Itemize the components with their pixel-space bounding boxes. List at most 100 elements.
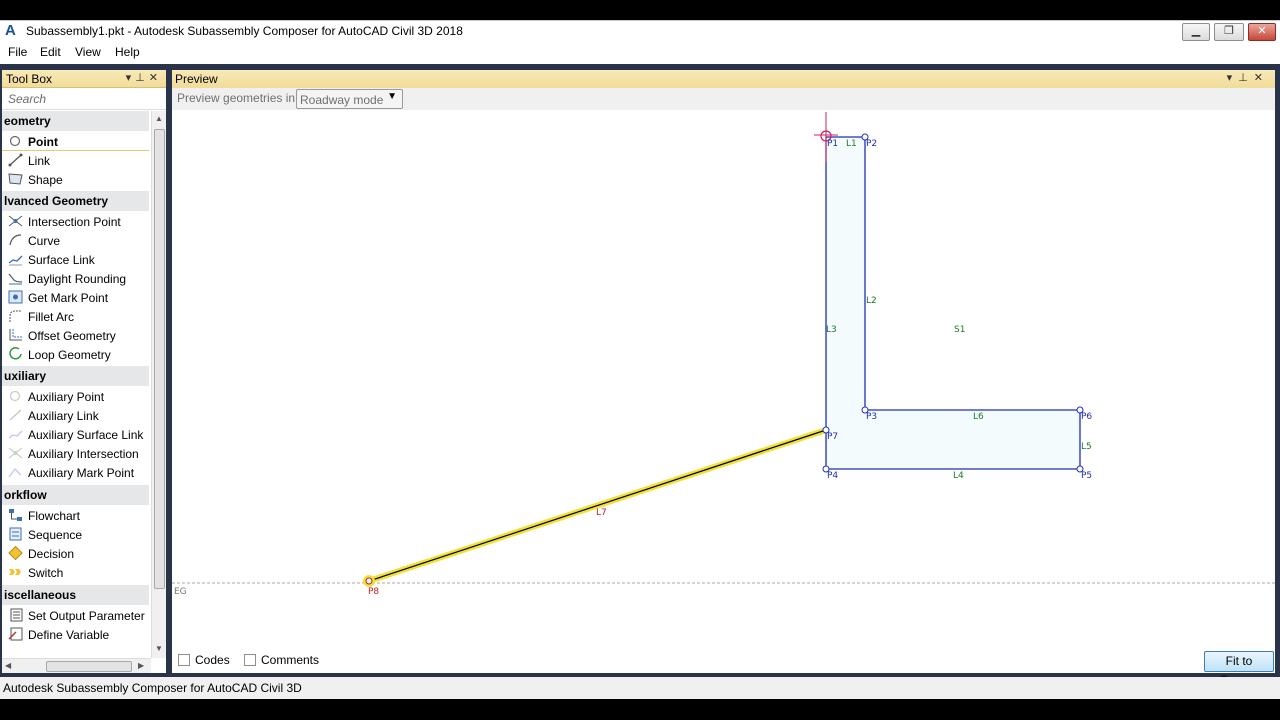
panel-close-icon[interactable]: ✕ — [149, 72, 162, 84]
daylight-rounding-icon — [8, 273, 23, 285]
tool-point[interactable]: Point — [2, 132, 149, 151]
status-bar: Autodesk Subassembly Composer for AutoCA… — [0, 677, 1280, 699]
group-geometry[interactable]: eometry — [2, 111, 149, 131]
preview-panel: Preview ▾⊥✕ Preview geometries in Roadwa… — [172, 70, 1275, 687]
close-button[interactable]: ✕ — [1248, 23, 1276, 41]
tool-label: Curve — [28, 234, 61, 248]
surface-link-icon — [8, 255, 23, 266]
chevron-down-icon: ▼ — [387, 91, 397, 102]
group-auxiliary[interactable]: uxiliary — [2, 366, 149, 386]
checkbox-box[interactable] — [178, 654, 190, 666]
group-miscellaneous[interactable]: iscellaneous — [2, 585, 149, 605]
tool-auxiliary-point[interactable]: Auxiliary Point — [2, 387, 149, 406]
pin-icon[interactable]: ⊥ — [1238, 72, 1254, 84]
tool-label: Switch — [28, 566, 64, 580]
label-l2: L2 — [866, 296, 877, 306]
define-variable-icon — [8, 627, 23, 641]
tool-label: Offset Geometry — [28, 329, 116, 343]
preview-toolbar: Preview geometries in Roadway mode ▼ — [172, 88, 1275, 110]
tool-auxiliary-link[interactable]: Auxiliary Link — [2, 406, 149, 425]
toolbox-panel: Tool Box ▾⊥✕ Search eometry Point Link S… — [2, 70, 166, 673]
toolbox-vertical-scrollbar[interactable]: ▲ ▼ — [151, 111, 166, 658]
pin-icon[interactable]: ⊥ — [135, 72, 149, 84]
shape-s1[interactable] — [825, 136, 1081, 470]
switch-icon — [9, 569, 21, 575]
tool-label: Define Variable — [28, 628, 110, 642]
tool-surface-link[interactable]: Surface Link — [2, 250, 149, 269]
tool-auxiliary-surface-link[interactable]: Auxiliary Surface Link — [2, 425, 149, 444]
preview-mode-label: Preview geometries in — [177, 91, 296, 105]
menu-edit[interactable]: Edit — [40, 45, 61, 59]
menu-bar: File Edit View Help — [0, 42, 1280, 64]
minimize-button[interactable]: ▁ — [1182, 23, 1210, 41]
tool-define-variable[interactable]: Define Variable — [2, 625, 149, 644]
tool-label: Auxiliary Surface Link — [28, 428, 144, 442]
scroll-up-icon[interactable]: ▲ — [155, 114, 163, 123]
maximize-button[interactable]: ❐ — [1214, 23, 1244, 41]
surface-label: EG — [174, 587, 187, 597]
tool-auxiliary-intersection[interactable]: Auxiliary Intersection — [2, 444, 149, 463]
tool-get-mark-point[interactable]: Get Mark Point — [2, 288, 149, 307]
flowchart-icon — [9, 509, 22, 521]
panel-dropdown-icon[interactable]: ▾ — [1227, 72, 1239, 84]
tool-flowchart[interactable]: Flowchart — [2, 506, 149, 525]
label-l4: L4 — [953, 471, 964, 481]
tool-curve[interactable]: Curve — [2, 231, 149, 250]
menu-file[interactable]: File — [8, 45, 27, 59]
tool-label: Link — [28, 154, 51, 168]
offset-geometry-icon — [9, 329, 22, 341]
tool-auxiliary-mark-point[interactable]: Auxiliary Mark Point — [2, 463, 149, 482]
auxiliary-intersection-icon — [8, 447, 23, 459]
preview-canvas[interactable]: EG P1 P2 P3 P4 P5 P6 P7 P8 L1 L2 L3 L4 L… — [172, 110, 1275, 650]
panel-close-icon[interactable]: ✕ — [1254, 72, 1269, 84]
scroll-thumb[interactable] — [154, 129, 165, 589]
tool-label: Get Mark Point — [28, 291, 109, 305]
preview-title: Preview — [175, 72, 218, 86]
title-bar: A Subassembly1.pkt - Autodesk Subassembl… — [0, 20, 1280, 42]
label-p7: P7 — [827, 432, 838, 442]
tool-intersection-point[interactable]: Intersection Point — [2, 212, 149, 231]
link-l7[interactable] — [368, 429, 827, 582]
tool-shape[interactable]: Shape — [2, 170, 149, 189]
tool-link[interactable]: Link — [2, 151, 149, 170]
panel-dropdown-icon[interactable]: ▾ — [126, 72, 136, 84]
get-mark-point-icon — [8, 290, 23, 304]
point-p8[interactable] — [365, 577, 373, 585]
tool-switch[interactable]: Switch — [2, 563, 149, 582]
curve-icon — [9, 234, 22, 246]
fit-to-screen-button[interactable]: Fit to Screen — [1204, 651, 1274, 687]
scroll-down-icon[interactable]: ▼ — [155, 644, 163, 653]
tool-decision[interactable]: Decision — [2, 544, 149, 563]
menu-help[interactable]: Help — [115, 45, 140, 59]
group-workflow[interactable]: orkflow — [2, 485, 149, 505]
preview-mode-select[interactable]: Roadway mode ▼ — [296, 89, 403, 109]
scroll-thumb[interactable] — [46, 661, 132, 672]
toolbox-list: eometry Point Link Shape lvanced Geometr… — [2, 111, 149, 658]
set-output-parameter-icon — [10, 608, 23, 622]
auxiliary-point-icon — [9, 390, 21, 402]
tool-label: Set Output Parameter — [28, 609, 145, 623]
tool-label: Sequence — [28, 528, 83, 542]
auxiliary-link-icon — [9, 409, 22, 421]
group-advanced-geometry[interactable]: lvanced Geometry — [2, 191, 149, 211]
label-p5: P5 — [1081, 471, 1092, 481]
fillet-arc-icon — [9, 310, 22, 322]
tool-daylight-rounding[interactable]: Daylight Rounding — [2, 269, 149, 288]
tool-fillet-arc[interactable]: Fillet Arc — [2, 307, 149, 326]
toolbox-horizontal-scrollbar[interactable]: ◀ ▶ — [2, 658, 151, 673]
scroll-right-icon[interactable]: ▶ — [138, 661, 144, 670]
checkbox-box[interactable] — [244, 654, 256, 666]
workspace-frame: Tool Box ▾⊥✕ Search eometry Point Link S… — [0, 64, 1280, 687]
tool-sequence[interactable]: Sequence — [2, 525, 149, 544]
search-placeholder: Search — [8, 92, 47, 106]
label-p2: P2 — [866, 139, 877, 149]
tool-offset-geometry[interactable]: Offset Geometry — [2, 326, 149, 345]
tool-loop-geometry[interactable]: Loop Geometry — [2, 345, 149, 364]
menu-view[interactable]: View — [75, 45, 101, 59]
window-title: Subassembly1.pkt - Autodesk Subassembly … — [26, 24, 463, 38]
scroll-left-icon[interactable]: ◀ — [5, 661, 11, 670]
tool-set-output-parameter[interactable]: Set Output Parameter — [2, 606, 149, 625]
tool-label: Fillet Arc — [28, 310, 75, 324]
toolbox-search-input[interactable]: Search — [2, 88, 166, 110]
point-icon — [9, 135, 21, 147]
